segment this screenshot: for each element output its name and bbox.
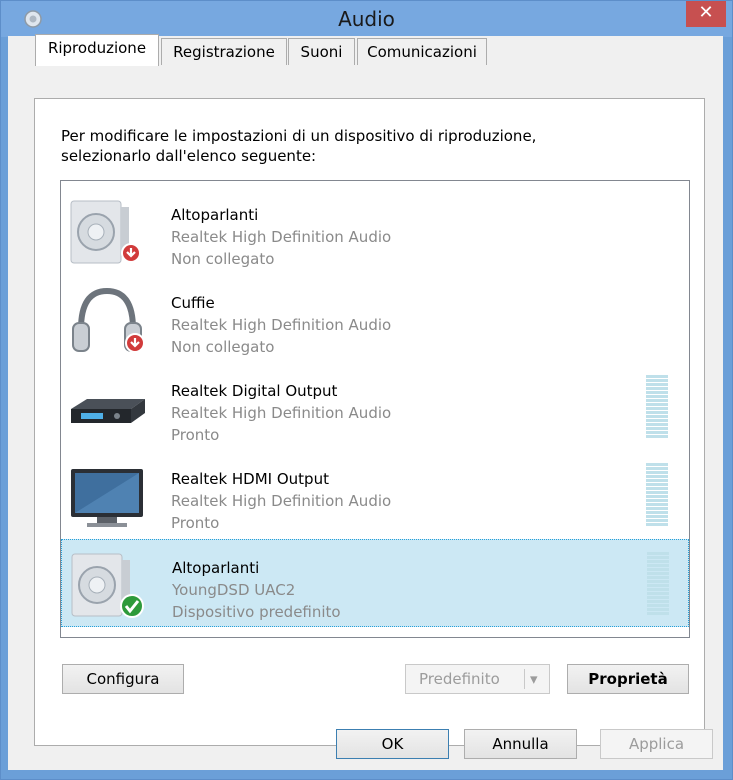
meter-segment [647,588,669,591]
device-status: Non collegato [171,338,275,356]
window-title: Audio [338,7,395,31]
cancel-button[interactable]: Annulla [464,729,577,759]
meter-segment [646,415,668,418]
meter-segment [647,560,669,563]
meter-segment [647,604,669,607]
meter-segment [646,391,668,394]
default-check-badge-icon [120,594,144,618]
meter-segment [646,467,668,470]
meter-segment [646,427,668,430]
apply-button[interactable]: Applica [600,729,713,759]
close-button[interactable]: ✕ [686,1,726,27]
device-name: Altoparlanti [171,206,259,224]
meter-segment [646,379,668,382]
device-driver: Realtek High Definition Audio [171,492,392,510]
volume-meter [646,463,668,526]
device-item[interactable]: Altoparlanti Realtek High Definition Aud… [61,187,689,275]
meter-segment [647,580,669,583]
device-driver: Realtek High Definition Audio [171,228,392,246]
tab-riproduzione[interactable]: Riproduzione [35,34,159,66]
meter-segment [647,584,669,587]
speaker-icon [70,200,141,264]
meter-segment [646,495,668,498]
meter-segment [646,519,668,522]
meter-segment [646,475,668,478]
device-name: Altoparlanti [172,559,260,577]
digital-output-device-icon [71,399,145,423]
meter-segment [646,383,668,386]
device-status: Pronto [171,426,220,444]
instructions-text: Per modificare le impostazioni di un dis… [61,127,537,165]
meter-segment [646,523,668,526]
ok-button[interactable]: OK [336,729,449,759]
meter-segment [646,395,668,398]
meter-segment [647,608,669,611]
meter-segment [647,568,669,571]
meter-segment [647,552,669,555]
device-item[interactable]: Cuffie Realtek High Definition Audio Non… [61,275,689,363]
meter-segment [646,491,668,494]
tab-comunicazioni[interactable]: Comunicazioni [357,38,487,65]
meter-segment [647,612,669,615]
meter-segment [647,596,669,599]
disconnected-badge-icon [125,333,145,353]
meter-segment [646,399,668,402]
meter-segment [647,572,669,575]
meter-segment [646,419,668,422]
volume-meter [647,552,669,615]
disconnected-badge-icon [121,243,141,263]
meter-segment [647,556,669,559]
meter-segment [647,592,669,595]
device-name: Realtek Digital Output [171,382,338,400]
meter-segment [646,511,668,514]
device-name: Realtek HDMI Output [171,470,329,488]
meter-segment [646,403,668,406]
playback-device-list[interactable]: Altoparlanti Realtek High Definition Aud… [60,180,690,638]
meter-segment [647,564,669,567]
close-icon: ✕ [698,2,714,23]
meter-segment [646,487,668,490]
tab-registrazione[interactable]: Registrazione [161,38,287,65]
meter-segment [646,387,668,390]
meter-segment [646,375,668,378]
device-driver: YoungDSD UAC2 [172,581,296,599]
meter-segment [646,411,668,414]
device-item[interactable]: Realtek HDMI Output Realtek High Definit… [61,451,689,539]
meter-segment [646,423,668,426]
volume-meter [646,375,668,438]
device-status: Pronto [171,514,220,532]
meter-segment [646,471,668,474]
meter-segment [646,479,668,482]
tab-suoni[interactable]: Suoni [288,38,355,65]
split-divider [524,669,525,689]
meter-segment [646,499,668,502]
device-item-selected[interactable]: Altoparlanti YoungDSD UAC2 Dispositivo p… [61,539,689,627]
meter-segment [646,483,668,486]
meter-segment [646,435,668,438]
device-item[interactable]: Realtek Digital Output Realtek High Defi… [61,363,689,451]
chevron-down-icon[interactable]: ▾ [530,665,538,693]
meter-segment [646,431,668,434]
device-name: Cuffie [171,294,215,312]
speaker-icon [71,553,144,618]
monitor-icon [71,469,143,527]
device-driver: Realtek High Definition Audio [171,316,392,334]
meter-segment [646,515,668,518]
meter-segment [646,407,668,410]
configure-button[interactable]: Configura [62,664,184,694]
meter-segment [646,507,668,510]
device-driver: Realtek High Definition Audio [171,404,392,422]
title-bar[interactable]: Audio ✕ [1,1,732,37]
meter-segment [647,600,669,603]
meter-segment [647,576,669,579]
device-status: Dispositivo predefinito [172,603,341,621]
set-default-button[interactable]: Predefinito ▾ [405,664,550,694]
headphones-icon [72,287,145,353]
meter-segment [646,463,668,466]
properties-button[interactable]: Proprietà [567,664,689,694]
device-status: Non collegato [171,250,275,268]
meter-segment [646,503,668,506]
